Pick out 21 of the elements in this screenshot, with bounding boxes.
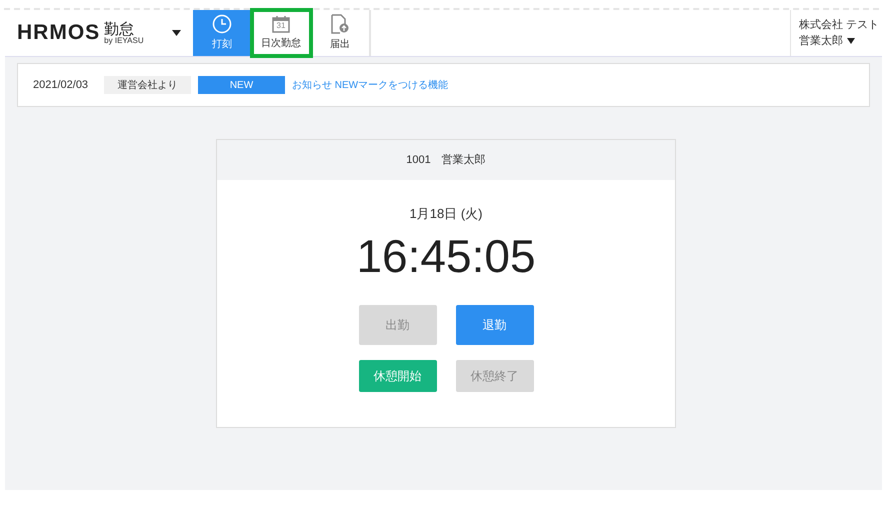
new-badge: NEW <box>198 76 285 94</box>
nav-tab[interactable]: 31 日次勤怠 <box>252 10 311 56</box>
employee-header: 1001 営業太郎 <box>217 140 675 180</box>
date-label: 1月18日 (火) <box>410 205 482 223</box>
notice-link[interactable]: お知らせ NEWマークをつける機能 <box>292 78 448 92</box>
byline: by IEYASU <box>104 36 144 44</box>
user-menu[interactable]: 営業太郎 <box>799 33 843 49</box>
caret-icon[interactable] <box>847 38 855 44</box>
product-name: 勤怠 <box>104 22 134 36</box>
dropdown-caret-icon[interactable] <box>172 30 181 36</box>
notice-source: 運営会社より <box>104 76 191 94</box>
notice-date: 2021/02/03 <box>33 78 90 93</box>
logo: HRMOS <box>17 20 100 46</box>
punch-button[interactable]: 退勤 <box>456 304 534 344</box>
punch-button[interactable]: 休憩開始 <box>358 360 436 392</box>
document-upload-icon <box>331 14 349 34</box>
nav-tab[interactable]: 打刻 <box>193 10 252 56</box>
clock-icon <box>212 14 232 34</box>
calendar-icon: 31 <box>272 15 290 33</box>
clock-time: 16:45:05 <box>356 228 536 284</box>
company-name: 株式会社 テスト <box>799 18 880 33</box>
